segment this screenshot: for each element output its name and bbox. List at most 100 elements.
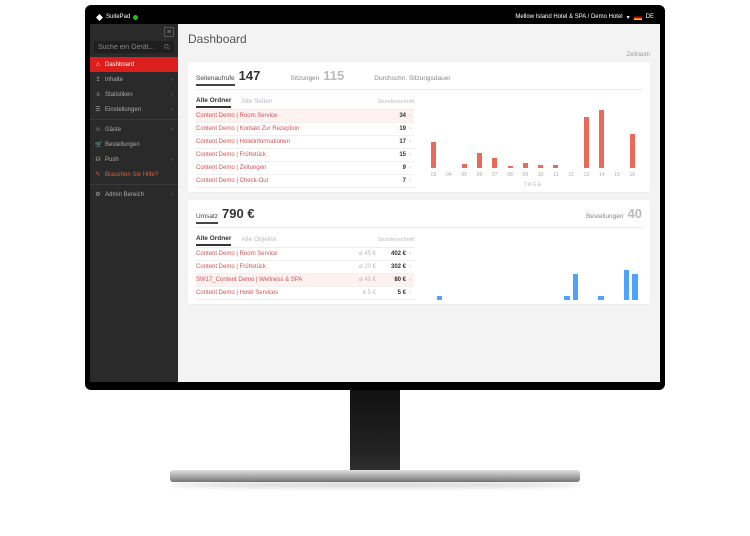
search-input[interactable]: Suche ein Gerät... bbox=[98, 44, 161, 51]
stats-icon: ≡ bbox=[95, 92, 101, 98]
chevron-right-icon: › bbox=[406, 113, 414, 119]
chevron-right-icon: › bbox=[406, 178, 414, 184]
admin-icon: ⚙ bbox=[95, 191, 101, 198]
revenue-card: Umsatz 790 € Bestellungen 40 Alle Ordner … bbox=[188, 200, 650, 304]
row-value: 9 bbox=[376, 165, 406, 171]
monitor-stand-neck bbox=[350, 390, 400, 475]
hotel-switcher[interactable]: Mellow Island Hotel & SPA / Demo Hotel ▾… bbox=[515, 14, 654, 21]
chart-bar bbox=[477, 153, 482, 168]
chart-tick: 06 bbox=[477, 172, 483, 178]
chevron-right-icon: › bbox=[406, 251, 414, 257]
row-value: 19 bbox=[376, 126, 406, 132]
pageviews-list-column: Alle Ordner Alle Seiten Stundenschnitt C… bbox=[196, 96, 414, 188]
nav-item-einstellungen[interactable]: ☰Einstellungen› bbox=[90, 102, 178, 117]
chart-tick: 05 bbox=[461, 172, 467, 178]
main-area: Dashboard Zeitraum Seitenaufrufe 147Sitz… bbox=[178, 24, 660, 382]
nav-item-g-ste[interactable]: ☺Gäste› bbox=[90, 122, 178, 137]
metric-label: Umsatz bbox=[196, 213, 218, 224]
tab-all-pages[interactable]: Alle Seiten bbox=[241, 98, 272, 107]
row-name: Content Demo | Hotelinformationen bbox=[196, 139, 376, 145]
metric-bestellungen[interactable]: Bestellungen 40 bbox=[586, 206, 642, 221]
chart-x-label: TAGE bbox=[424, 182, 642, 188]
help-icon: ✎ bbox=[95, 171, 101, 178]
revenue-chart-column bbox=[424, 234, 642, 300]
chart-bar bbox=[584, 117, 589, 168]
list-row[interactable]: SW17_Content Demo | Wellness & SPAø 40 €… bbox=[196, 274, 414, 287]
chart-tick: 16 bbox=[630, 172, 636, 178]
tab-rev-all-folders[interactable]: Alle Ordner bbox=[196, 235, 231, 246]
metric-umsatz[interactable]: Umsatz 790 € bbox=[196, 206, 255, 224]
tab-all-folders[interactable]: Alle Ordner bbox=[196, 97, 231, 108]
row-value: 80 € bbox=[376, 277, 406, 283]
nav-item-dashboard[interactable]: ⌂Dashboard bbox=[90, 57, 178, 72]
chart-bar bbox=[462, 164, 467, 168]
row-name: Content Demo | Room Service bbox=[196, 113, 376, 119]
list-row[interactable]: Content Demo | Check-Out7› bbox=[196, 175, 414, 188]
brand-icon bbox=[96, 14, 103, 21]
list-row[interactable]: Content Demo | Frühstück15› bbox=[196, 149, 414, 162]
metric-value: 790 € bbox=[222, 206, 255, 221]
screen: SuitePad Mellow Island Hotel & SPA / Dem… bbox=[90, 10, 660, 382]
metric-durchschn-sitzungsdauer[interactable]: Durchschn. Sitzungsdauer bbox=[374, 75, 454, 82]
chart-bar bbox=[437, 296, 443, 300]
row-name: Content Demo | Room Service bbox=[196, 251, 348, 257]
timerange-picker[interactable]: Zeitraum bbox=[188, 52, 650, 58]
revenue-list-column: Alle Ordner Alle Objekte Stundenschnitt … bbox=[196, 234, 414, 300]
nav-item-statistiken[interactable]: ≡Statistiken› bbox=[90, 87, 178, 102]
chart-bar bbox=[523, 163, 528, 168]
chart-bar bbox=[573, 274, 579, 300]
list-row[interactable]: Content Demo | Frühstückø 20 €302 €› bbox=[196, 261, 414, 274]
nav-item-bestellungen[interactable]: 🛒Bestellungen bbox=[90, 137, 178, 152]
list-row[interactable]: Content Demo | Kontakt Zur Rezeption19› bbox=[196, 123, 414, 136]
metric-seitenaufrufe[interactable]: Seitenaufrufe 147 bbox=[196, 68, 260, 86]
nav-list: ⌂Dashboard↥Inhalte›≡Statistiken›☰Einstel… bbox=[90, 57, 178, 202]
list-row[interactable]: Content Demo | Zeitungen9› bbox=[196, 162, 414, 175]
nav-item-inhalte[interactable]: ↥Inhalte› bbox=[90, 72, 178, 87]
sliders-icon: ☰ bbox=[95, 106, 101, 113]
metric-sitzungen[interactable]: Sitzungen 115 bbox=[290, 68, 344, 83]
pageviews-metrics: Seitenaufrufe 147 Sitzungen 115 Durchschn.… bbox=[196, 68, 642, 90]
nav-item-brauchen-sie-hilfe-[interactable]: ✎ Brauchen Sie Hilfe? bbox=[90, 167, 178, 182]
chevron-right-icon: › bbox=[406, 277, 414, 283]
row-average: ø 40 € bbox=[348, 277, 376, 283]
upload-icon: ↥ bbox=[95, 76, 101, 83]
chart-bar bbox=[431, 142, 436, 168]
nav-label: Push bbox=[105, 157, 119, 163]
pageviews-chart-column: 0304050607080910111213141516 TAGE bbox=[424, 96, 642, 188]
chart-bar bbox=[492, 158, 497, 168]
timelabel: Stundenschnitt bbox=[378, 99, 414, 105]
row-value: 402 € bbox=[376, 251, 406, 257]
pageviews-tabs: Alle Ordner Alle Seiten Stundenschnitt bbox=[196, 96, 414, 110]
chevron-right-icon: › bbox=[171, 107, 173, 113]
chart-tick: 12 bbox=[568, 172, 574, 178]
chevron-right-icon: › bbox=[406, 139, 414, 145]
nav-item-admin-bereich[interactable]: ⚙Admin Bereich› bbox=[90, 187, 178, 202]
chart-bar bbox=[630, 134, 635, 168]
row-value: 5 € bbox=[376, 290, 406, 296]
metric-label: Seitenaufrufe bbox=[196, 75, 235, 86]
pageviews-chart: 0304050607080910111213141516 bbox=[424, 96, 642, 182]
list-row[interactable]: Content Demo | Room Service34› bbox=[196, 110, 414, 123]
nav-label: Gäste bbox=[105, 127, 121, 133]
bell-icon: ☊ bbox=[95, 156, 101, 163]
tab-rev-all-objects[interactable]: Alle Objekte bbox=[241, 236, 276, 245]
list-row[interactable]: Content Demo | Hotelinformationen17› bbox=[196, 136, 414, 149]
chevron-right-icon: › bbox=[406, 126, 414, 132]
list-row[interactable]: Content Demo | Room Serviceø 45 €402 €› bbox=[196, 248, 414, 261]
row-name: Content Demo | Hotel Services bbox=[196, 290, 348, 296]
chart-tick: 15 bbox=[614, 172, 620, 178]
chevron-right-icon: › bbox=[171, 92, 173, 98]
sidebar-collapse-button[interactable]: ≡ bbox=[164, 27, 174, 37]
row-name: Content Demo | Kontakt Zur Rezeption bbox=[196, 126, 376, 132]
row-name: SW17_Content Demo | Wellness & SPA bbox=[196, 277, 348, 283]
metric-value: 40 bbox=[628, 206, 642, 221]
nav-label: Admin Bereich bbox=[105, 192, 144, 198]
list-row[interactable]: Content Demo | Hotel Servicesø 5 €5 €› bbox=[196, 287, 414, 300]
chart-bar bbox=[598, 296, 604, 300]
nav-label: Brauchen Sie Hilfe? bbox=[105, 172, 158, 178]
chart-tick: 04 bbox=[446, 172, 452, 178]
nav-item-push[interactable]: ☊Push› bbox=[90, 152, 178, 167]
chart-bar bbox=[599, 110, 604, 168]
device-search[interactable]: Suche ein Gerät... bbox=[94, 41, 174, 53]
chart-bar bbox=[553, 165, 558, 168]
